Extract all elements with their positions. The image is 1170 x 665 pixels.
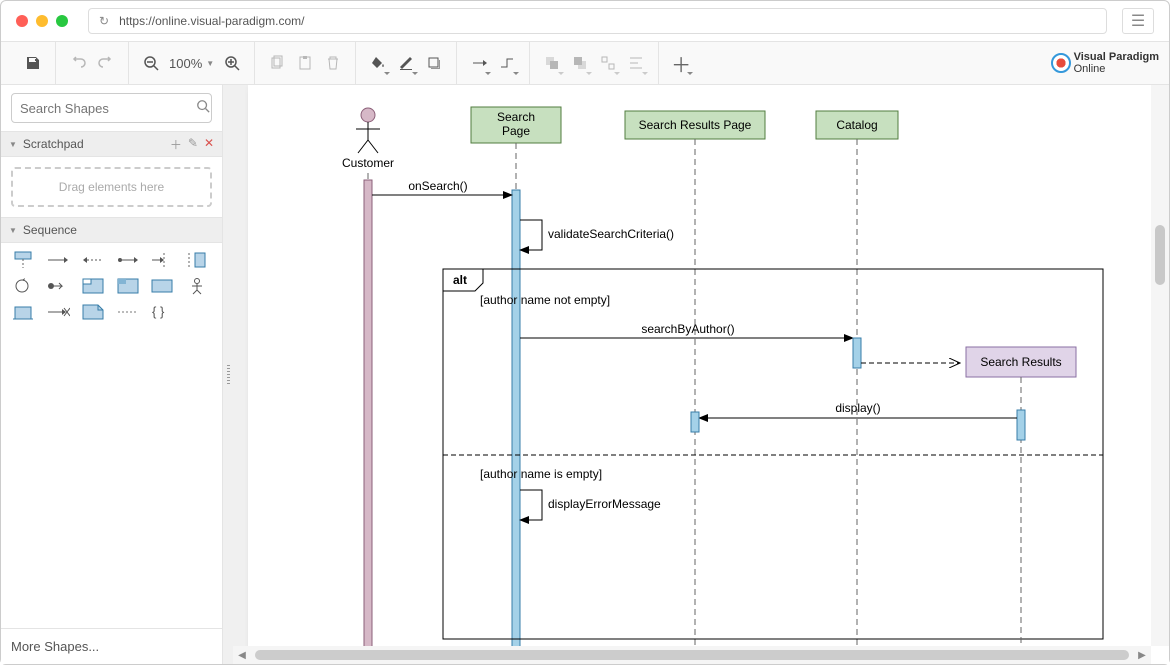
menu-button[interactable]: ☰	[1122, 8, 1154, 34]
reload-icon[interactable]: ↻	[99, 14, 109, 28]
svg-text:validateSearchCriteria(): validateSearchCriteria()	[548, 227, 674, 241]
shape-entity[interactable]	[11, 303, 35, 321]
shape-fragment[interactable]	[116, 277, 140, 295]
shape-actor[interactable]	[185, 277, 209, 295]
shape-lost[interactable]	[150, 251, 174, 269]
scratchpad-dropzone[interactable]: Drag elements here	[11, 167, 212, 207]
search-icon	[196, 99, 210, 118]
collapse-icon: ▼	[9, 226, 17, 235]
shape-note[interactable]	[81, 303, 105, 321]
diagram-canvas[interactable]: Customer Search Page Search Results Page	[248, 85, 1169, 664]
toolbar: 100%▼ ＋ Visual ParadigmOnline	[1, 41, 1169, 85]
minimize-window[interactable]	[36, 15, 48, 27]
scratchpad-add-icon[interactable]: ＋	[170, 136, 182, 153]
shape-create[interactable]	[46, 277, 70, 295]
scratchpad-close-icon[interactable]: ✕	[204, 136, 214, 153]
stroke-button[interactable]	[392, 49, 420, 77]
maximize-window[interactable]	[56, 15, 68, 27]
sequence-header[interactable]: ▼ Sequence	[1, 217, 222, 243]
close-window[interactable]	[16, 15, 28, 27]
collapse-icon: ▼	[9, 140, 17, 149]
svg-text:displayErrorMessage: displayErrorMessage	[548, 497, 661, 511]
paste-button[interactable]	[291, 49, 319, 77]
svg-text:Search: Search	[497, 110, 535, 124]
url-text: https://online.visual-paradigm.com/	[119, 14, 304, 28]
shape-frame[interactable]	[81, 277, 105, 295]
zoom-in-button[interactable]	[218, 49, 246, 77]
svg-text:searchByAuthor(): searchByAuthor()	[641, 322, 734, 336]
shape-message[interactable]	[46, 251, 70, 269]
svg-text:Catalog: Catalog	[836, 118, 877, 132]
url-bar[interactable]: ↻ https://online.visual-paradigm.com/	[88, 8, 1107, 34]
titlebar: ↻ https://online.visual-paradigm.com/ ☰	[1, 1, 1169, 41]
align-button[interactable]	[622, 49, 650, 77]
scrollbar-vertical[interactable]	[1151, 85, 1169, 646]
shape-found[interactable]	[116, 251, 140, 269]
canvas-area[interactable]: Customer Search Page Search Results Page	[233, 85, 1169, 664]
scratchpad-label: Scratchpad	[23, 137, 84, 151]
actor-label[interactable]: Customer	[342, 156, 394, 170]
svg-text:Page: Page	[502, 124, 530, 138]
shape-activation[interactable]	[185, 251, 209, 269]
shape-self[interactable]	[11, 277, 35, 295]
fill-button[interactable]	[364, 49, 392, 77]
message-error[interactable]	[520, 490, 542, 520]
scratchpad-edit-icon[interactable]: ✎	[188, 136, 198, 153]
shape-lifeline[interactable]	[11, 251, 35, 269]
delete-button[interactable]	[319, 49, 347, 77]
shape-separator[interactable]	[116, 303, 140, 321]
message-validate[interactable]	[520, 220, 542, 250]
logo-icon	[1051, 53, 1071, 73]
zoom-out-button[interactable]	[137, 49, 165, 77]
splitter[interactable]	[223, 85, 233, 664]
more-shapes-link[interactable]: More Shapes...	[1, 628, 222, 664]
shape-destroy[interactable]	[46, 303, 70, 321]
copy-button[interactable]	[263, 49, 291, 77]
back-button[interactable]	[566, 49, 594, 77]
activation-results-obj[interactable]	[1017, 410, 1025, 440]
save-button[interactable]	[19, 49, 47, 77]
svg-text:Search Results Page: Search Results Page	[639, 118, 752, 132]
shape-return[interactable]	[81, 251, 105, 269]
actor-activation[interactable]	[364, 180, 372, 664]
shape-ref[interactable]	[150, 277, 174, 295]
scrollbar-horizontal[interactable]: ◀▶	[233, 646, 1151, 664]
svg-text:onSearch(): onSearch()	[408, 179, 467, 193]
activation-results-page[interactable]	[691, 412, 699, 432]
activation-catalog[interactable]	[853, 338, 861, 368]
svg-text:[author name not empty]: [author name not empty]	[480, 293, 610, 307]
sidebar: ▼ Scratchpad ＋ ✎ ✕ Drag elements here ▼ …	[1, 85, 223, 664]
svg-text:{ }: { }	[152, 304, 165, 319]
front-button[interactable]	[538, 49, 566, 77]
zoom-level[interactable]: 100%▼	[165, 56, 218, 71]
search-shapes[interactable]	[11, 93, 212, 123]
sequence-label: Sequence	[23, 223, 77, 237]
brand-logo: Visual ParadigmOnline	[1051, 51, 1159, 75]
search-input[interactable]	[20, 101, 196, 116]
group-button[interactable]	[594, 49, 622, 77]
shape-constraint[interactable]: { }	[150, 303, 174, 321]
shadow-button[interactable]	[420, 49, 448, 77]
shape-palette: { }	[1, 243, 222, 329]
svg-text:[author name is empty]: [author name is empty]	[480, 467, 602, 481]
redo-button[interactable]	[92, 49, 120, 77]
undo-button[interactable]	[64, 49, 92, 77]
svg-text:display(): display()	[835, 401, 880, 415]
waypoint-button[interactable]	[493, 49, 521, 77]
scratchpad-header[interactable]: ▼ Scratchpad ＋ ✎ ✕	[1, 131, 222, 157]
svg-text:Search Results: Search Results	[980, 355, 1061, 369]
connector-style-button[interactable]	[465, 49, 493, 77]
alt-fragment[interactable]	[443, 269, 1103, 639]
activation-search-page[interactable]	[512, 190, 520, 664]
add-button[interactable]: ＋	[667, 49, 695, 77]
svg-text:alt: alt	[453, 273, 467, 287]
